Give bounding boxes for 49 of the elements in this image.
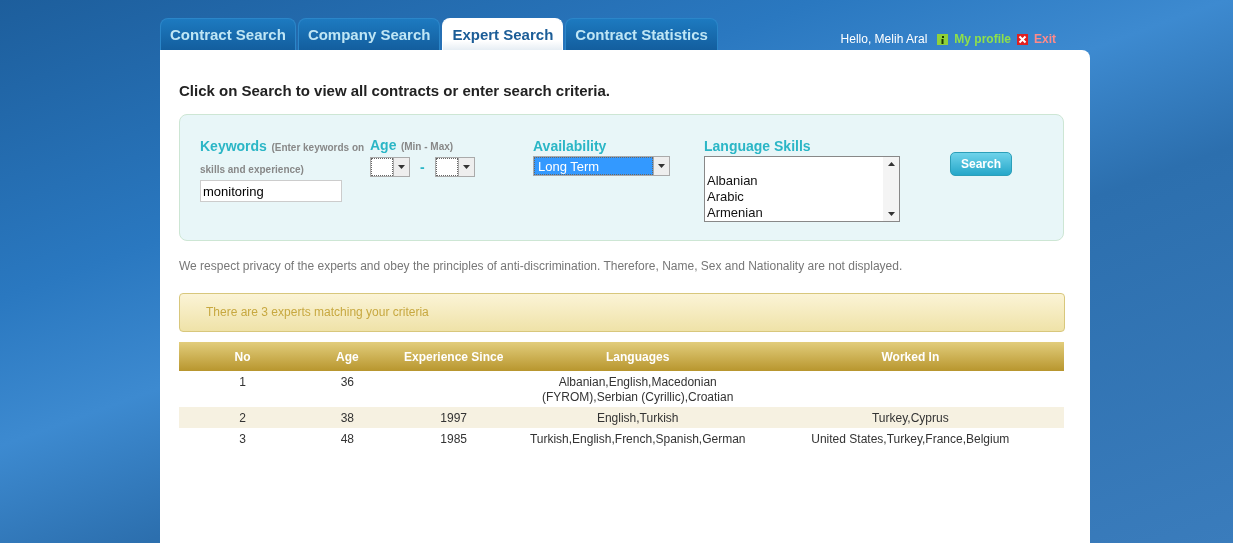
tab[interactable]: Company Search [297, 18, 441, 50]
result-banner: There are 3 experts matching your criteria [179, 293, 1065, 332]
scrollbar[interactable] [883, 157, 899, 221]
table-cell: 1985 [388, 428, 519, 449]
scroll-up-icon[interactable] [887, 162, 895, 166]
language-option[interactable]: Armenian [707, 205, 881, 221]
table-cell: 38 [306, 407, 389, 428]
column-header[interactable]: Languages [518, 342, 757, 371]
table-cell: 1 [179, 371, 307, 407]
table-cell: Turkish,English,French,Spanish,German [518, 428, 757, 449]
profile-link[interactable]: My profile [954, 32, 1011, 46]
table-cell: 36 [306, 371, 389, 407]
table-cell: 1997 [388, 407, 519, 428]
range-dash: - [420, 159, 425, 175]
table-cell: Albanian,English,Macedonian (FYROM),Serbian (Cyrillic),Croatian [518, 371, 757, 407]
keywords-field[interactable]: monitoring [200, 180, 342, 202]
close-icon [1017, 33, 1028, 45]
greeting: Hello, Melih Aral [840, 32, 928, 46]
age-min-select[interactable] [370, 157, 410, 177]
tab[interactable]: Expert Search [442, 18, 564, 50]
privacy-notice: We respect privacy of the experts and obey the principles of anti-discrimination. Therefore, Name, Sex and Nationality are not displayed. [179, 259, 904, 273]
column-header[interactable]: Age [306, 342, 389, 371]
scroll-down-icon[interactable] [887, 212, 895, 216]
table-cell: 48 [306, 428, 389, 449]
age-hint: (Min - Max) [400, 141, 454, 152]
age-label: Age [370, 137, 397, 153]
keywords-label: Keywords (Enter keywords on skills and experience) [200, 137, 366, 177]
dropdown-caret-icon[interactable] [462, 165, 470, 169]
dropdown-caret-icon[interactable] [658, 164, 665, 168]
column-header[interactable]: Experience Since [388, 342, 519, 371]
tab[interactable]: Contract Statistics [565, 18, 718, 50]
table-cell: Turkey,Cyprus [756, 407, 1064, 428]
table-cell: United States,Turkey,France,Belgium [756, 428, 1064, 449]
instructions: Click on Search to view all contracts or enter search criteria. [179, 82, 611, 99]
table-cell: 2 [179, 407, 307, 428]
table-cell: 3 [179, 428, 307, 449]
age-max-select[interactable] [434, 157, 475, 177]
tab[interactable]: Contract Search [160, 18, 296, 50]
column-header[interactable]: No [179, 342, 307, 371]
dropdown-caret-icon[interactable] [398, 165, 405, 169]
search-button[interactable]: Search [950, 152, 1013, 176]
info-icon [937, 33, 949, 45]
table-cell: English,Turkish [518, 407, 757, 428]
availability-select[interactable]: Long Term [533, 156, 670, 176]
language-skills-label: Language Skills [704, 137, 812, 156]
language-option[interactable]: Arabic [707, 189, 881, 205]
language-list[interactable]: Albanian Arabic Armenian [704, 156, 900, 222]
availability-label: Availability [533, 137, 608, 156]
language-option[interactable]: Albanian [707, 173, 881, 189]
